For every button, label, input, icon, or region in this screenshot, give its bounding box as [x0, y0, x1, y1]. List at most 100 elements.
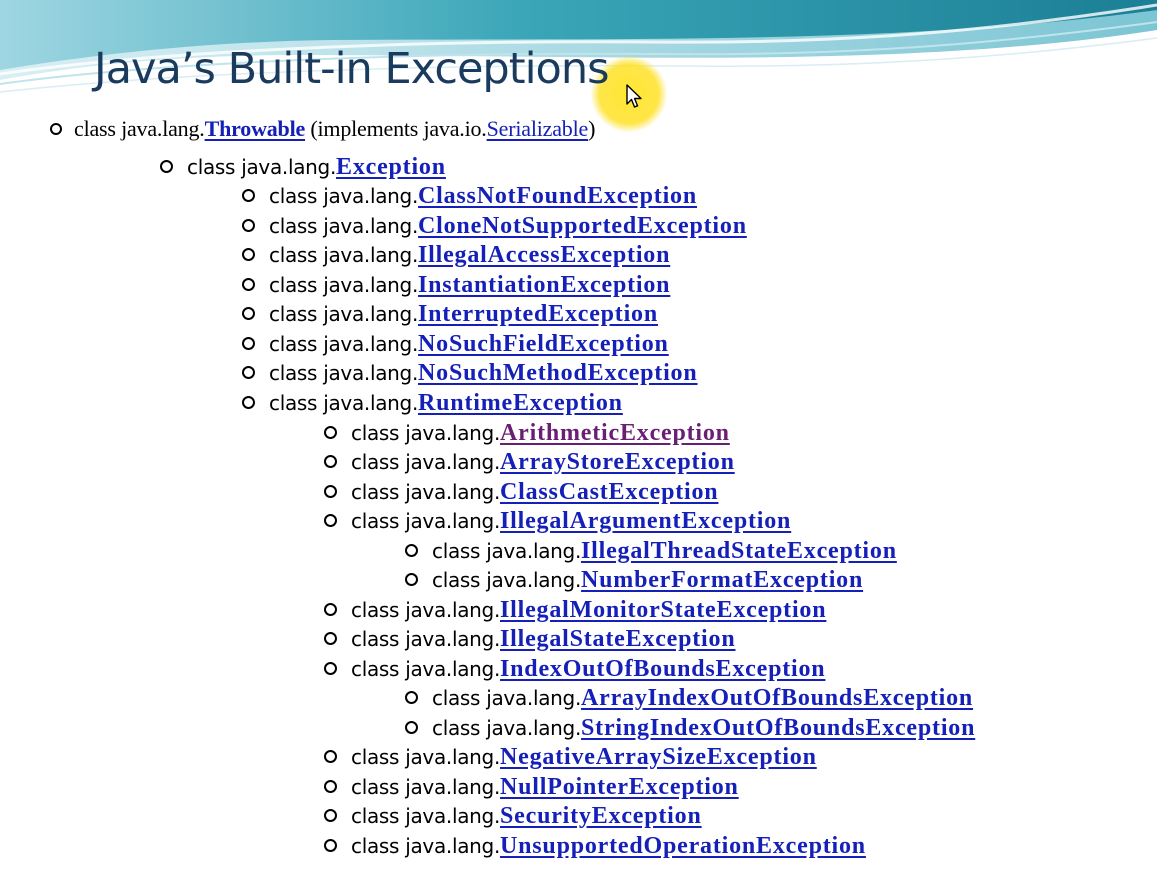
- tree-row: class java.lang.InterruptedException: [242, 301, 658, 327]
- tree-row: class java.lang.IllegalMonitorStateExcep…: [324, 597, 826, 623]
- tree-row: class java.lang.IllegalStateException: [324, 626, 735, 652]
- link-interrupted-exception[interactable]: InterruptedException: [418, 301, 658, 327]
- tree-row: class java.lang.ClassNotFoundException: [242, 183, 697, 209]
- class-prefix: class java.lang.: [269, 273, 419, 297]
- tree-row: class java.lang.IndexOutOfBoundsExceptio…: [324, 656, 825, 682]
- class-prefix: class java.lang.: [269, 302, 419, 326]
- tree-row: class java.lang.IllegalArgumentException: [324, 508, 791, 534]
- link-array-index-out-of-bounds-exception[interactable]: ArrayIndexOutOfBoundsException: [581, 685, 973, 711]
- link-illegal-monitor-state-exception[interactable]: IllegalMonitorStateException: [500, 597, 826, 623]
- link-index-out-of-bounds-exception[interactable]: IndexOutOfBoundsException: [500, 656, 825, 682]
- class-prefix: class java.lang.: [351, 627, 501, 651]
- tree-row: class java.lang.IllegalAccessException: [242, 242, 670, 268]
- hollow-circle-bullet-icon: [324, 514, 337, 527]
- link-security-exception[interactable]: SecurityException: [500, 803, 702, 829]
- link-exception[interactable]: Exception: [336, 154, 446, 180]
- class-prefix: class java.lang.: [351, 775, 501, 799]
- root-class-row: class java.lang.Throwable (implements ja…: [50, 116, 595, 142]
- link-illegal-access-exception[interactable]: IllegalAccessException: [418, 242, 670, 268]
- hollow-circle-bullet-icon: [160, 160, 173, 173]
- class-prefix: class java.lang.: [269, 214, 419, 238]
- link-illegal-state-exception[interactable]: IllegalStateException: [500, 626, 735, 652]
- hollow-circle-bullet-icon: [324, 750, 337, 763]
- class-prefix: class java.lang.: [351, 509, 501, 533]
- class-prefix: class java.lang.: [351, 598, 501, 622]
- hollow-circle-bullet-icon: [242, 278, 255, 291]
- link-no-such-method-exception[interactable]: NoSuchMethodException: [418, 360, 698, 386]
- link-class-cast-exception[interactable]: ClassCastException: [500, 479, 718, 505]
- class-prefix: class java.lang.: [269, 391, 419, 415]
- tree-row: class java.lang.RuntimeException: [242, 390, 623, 416]
- hollow-circle-bullet-icon: [405, 573, 418, 586]
- class-prefix: class java.lang.: [351, 745, 501, 769]
- tree-row: class java.lang.StringIndexOutOfBoundsEx…: [405, 715, 975, 741]
- class-prefix: class java.lang.: [432, 716, 582, 740]
- hollow-circle-bullet-icon: [324, 426, 337, 439]
- class-prefix: class java.lang.: [187, 155, 337, 179]
- class-prefix: class java.lang.: [269, 332, 419, 356]
- class-prefix: class java.lang.: [432, 539, 582, 563]
- tree-row: class java.lang.CloneNotSupportedExcepti…: [242, 213, 747, 239]
- hollow-circle-bullet-icon: [324, 662, 337, 675]
- link-clone-not-supported-exception[interactable]: CloneNotSupportedException: [418, 213, 747, 239]
- class-prefix: class java.lang.: [351, 657, 501, 681]
- class-prefix: class java.lang.: [269, 184, 419, 208]
- hollow-circle-bullet-icon: [324, 632, 337, 645]
- link-throwable[interactable]: Throwable: [205, 116, 306, 141]
- root-class-prefix: class java.lang.: [74, 116, 205, 141]
- hollow-circle-bullet-icon: [242, 248, 255, 261]
- hollow-circle-bullet-icon: [324, 455, 337, 468]
- tree-row: class java.lang.SecurityException: [324, 803, 702, 829]
- hollow-circle-bullet-icon: [242, 307, 255, 320]
- hollow-circle-bullet-icon: [405, 544, 418, 557]
- hollow-circle-bullet-icon: [242, 189, 255, 202]
- link-illegal-thread-state-exception[interactable]: IllegalThreadStateException: [581, 538, 897, 564]
- hollow-circle-bullet-icon: [242, 366, 255, 379]
- hollow-circle-bullet-icon: [324, 780, 337, 793]
- hollow-circle-bullet-icon: [50, 123, 62, 135]
- link-arithmetic-exception[interactable]: ArithmeticException: [500, 420, 730, 446]
- class-prefix: class java.lang.: [351, 834, 501, 858]
- tree-row: class java.lang.NumberFormatException: [405, 567, 863, 593]
- tree-row: class java.lang.NegativeArraySizeExcepti…: [324, 744, 817, 770]
- tree-row: class java.lang.ArrayStoreException: [324, 449, 735, 475]
- link-no-such-field-exception[interactable]: NoSuchFieldException: [418, 331, 669, 357]
- implements-suffix: ): [588, 116, 596, 141]
- link-null-pointer-exception[interactable]: NullPointerException: [500, 774, 739, 800]
- link-negative-array-size-exception[interactable]: NegativeArraySizeException: [500, 744, 817, 770]
- hollow-circle-bullet-icon: [324, 839, 337, 852]
- tree-row: class java.lang.ArrayIndexOutOfBoundsExc…: [405, 685, 973, 711]
- class-prefix: class java.lang.: [432, 686, 582, 710]
- link-illegal-argument-exception[interactable]: IllegalArgumentException: [500, 508, 791, 534]
- link-serializable[interactable]: Serializable: [487, 116, 589, 141]
- link-runtime-exception[interactable]: RuntimeException: [418, 390, 623, 416]
- link-string-index-out-of-bounds-exception[interactable]: StringIndexOutOfBoundsException: [581, 715, 975, 741]
- link-class-not-found-exception[interactable]: ClassNotFoundException: [418, 183, 697, 209]
- tree-row: class java.lang.Exception: [160, 154, 446, 180]
- class-prefix: class java.lang.: [351, 480, 501, 504]
- hollow-circle-bullet-icon: [405, 721, 418, 734]
- tree-row: class java.lang.InstantiationException: [242, 272, 670, 298]
- link-unsupported-operation-exception[interactable]: UnsupportedOperationException: [500, 833, 866, 859]
- tree-row: class java.lang.ClassCastException: [324, 479, 718, 505]
- mouse-pointer-icon: [626, 84, 642, 108]
- tree-row: class java.lang.IllegalThreadStateExcept…: [405, 538, 897, 564]
- hollow-circle-bullet-icon: [324, 485, 337, 498]
- hollow-circle-bullet-icon: [324, 603, 337, 616]
- link-number-format-exception[interactable]: NumberFormatException: [581, 567, 863, 593]
- class-prefix: class java.lang.: [351, 804, 501, 828]
- tree-row: class java.lang.ArithmeticException: [324, 420, 730, 446]
- hollow-circle-bullet-icon: [242, 337, 255, 350]
- class-prefix: class java.lang.: [351, 450, 501, 474]
- class-prefix: class java.lang.: [269, 361, 419, 385]
- link-instantiation-exception[interactable]: InstantiationException: [418, 272, 670, 298]
- hollow-circle-bullet-icon: [324, 809, 337, 822]
- tree-row: class java.lang.NoSuchMethodException: [242, 360, 698, 386]
- tree-row: class java.lang.NoSuchFieldException: [242, 331, 669, 357]
- class-prefix: class java.lang.: [432, 568, 582, 592]
- tree-row: class java.lang.NullPointerException: [324, 774, 739, 800]
- hollow-circle-bullet-icon: [405, 691, 418, 704]
- class-prefix: class java.lang.: [351, 421, 501, 445]
- link-array-store-exception[interactable]: ArrayStoreException: [500, 449, 735, 475]
- tree-row: class java.lang.UnsupportedOperationExce…: [324, 833, 866, 859]
